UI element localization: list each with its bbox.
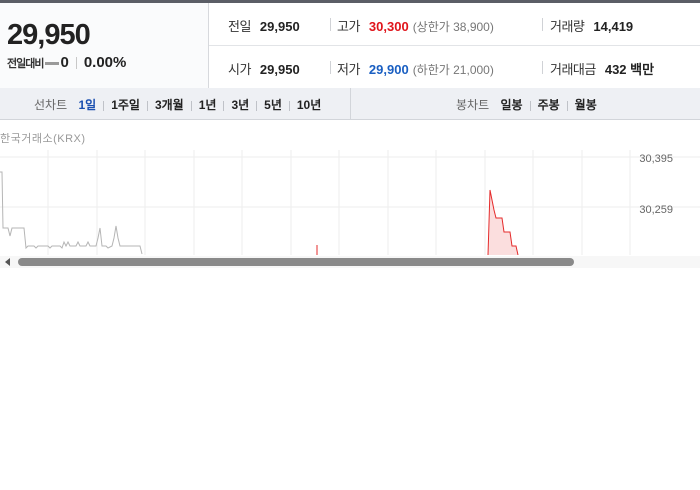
line-tab-1[interactable]: 1주일	[111, 98, 140, 112]
line-tab-6[interactable]: 10년	[297, 98, 321, 112]
scroll-left-arrow-icon[interactable]	[5, 258, 10, 266]
line-tab-5[interactable]: 5년	[264, 98, 282, 112]
prev-close-label: 전일	[228, 19, 251, 34]
line-chart-tabs: 선차트 1일 1주일 3개월 1년 3년 5년 10년	[0, 88, 351, 119]
open-label: 시가	[228, 62, 251, 77]
flat-dash-icon	[45, 61, 60, 65]
current-price: 29,950	[7, 19, 91, 51]
candle-tab-1[interactable]: 주봉	[538, 98, 560, 112]
chart-scrollbar[interactable]	[0, 256, 700, 268]
line-tab-3[interactable]: 1년	[199, 98, 217, 112]
scrollbar-thumb[interactable]	[18, 258, 574, 266]
prev-close-value: 29,950	[259, 19, 300, 34]
open-value: 29,950	[259, 62, 300, 77]
high-cell: 고가 30,300 (상한가 38,900)	[337, 16, 494, 35]
high-label: 고가	[337, 19, 360, 34]
flat-price-line	[0, 171, 143, 255]
divider	[75, 57, 77, 70]
candle-tab-0[interactable]: 일봉	[500, 98, 522, 112]
tab-divider	[146, 100, 148, 111]
y-axis-ticks: 30,39530,25930,123	[639, 153, 673, 216]
exchange-label: 한국거래소(KRX)	[0, 133, 86, 145]
line-tab-2[interactable]: 3개월	[155, 98, 184, 112]
low-label: 저가	[337, 62, 360, 77]
tab-divider	[566, 100, 568, 111]
chart-gridlines	[0, 150, 700, 255]
upper-limit: (상한가 38,900)	[412, 20, 494, 34]
divider	[542, 61, 543, 74]
line-tab-0[interactable]: 1일	[78, 98, 96, 112]
trade-amount-value: 432 백만	[604, 62, 655, 77]
open-cell: 시가 29,950	[228, 59, 300, 78]
candle-chart-tab-group: 봉차트 일봉 주봉 월봉	[456, 96, 597, 113]
high-value: 30,300	[368, 19, 409, 34]
change-row: 전일대비 0 0.00%	[7, 54, 126, 71]
candle-chart-label: 봉차트	[456, 98, 490, 112]
low-value: 29,900	[368, 62, 409, 77]
row-divider	[209, 45, 700, 46]
volume-value: 14,419	[593, 19, 634, 34]
trade-amount-cell: 거래대금 432 백만	[550, 59, 654, 78]
tab-divider	[103, 100, 105, 111]
line-chart-label: 선차트	[34, 98, 68, 112]
volume-label: 거래량	[550, 19, 585, 34]
divider	[330, 18, 331, 31]
tab-divider	[256, 100, 258, 111]
tab-divider	[288, 100, 290, 111]
divider	[542, 18, 543, 31]
price-summary: 29,950 전일대비 0 0.00% 전일 29,950 고가 30,300 (상한가 …	[0, 3, 700, 89]
line-chart-tab-group: 선차트 1일 1주일 3개월 1년 3년 5년 10년	[34, 96, 321, 113]
change-rate: 0.00%	[83, 54, 127, 71]
lower-limit: (하한가 21,000)	[412, 63, 494, 77]
change-value: 0	[60, 54, 69, 71]
y-tick-label: 30,395	[639, 153, 673, 165]
y-tick-label: 30,259	[639, 204, 673, 216]
volume-cell: 거래량 14,419	[550, 16, 633, 35]
tab-divider	[529, 100, 531, 111]
trade-amount-label: 거래대금	[550, 62, 596, 77]
chart-tabs: 선차트 1일 1주일 3개월 1년 3년 5년 10년 봉차트 일봉 주봉 월봉	[0, 88, 700, 120]
change-label: 전일대비	[7, 58, 44, 70]
tab-divider	[223, 100, 225, 111]
prev-close-cell: 전일 29,950	[228, 16, 300, 35]
candle-tab-2[interactable]: 월봉	[575, 98, 597, 112]
intraday-chart: 30,39530,25930,123	[0, 150, 700, 255]
line-tab-4[interactable]: 3년	[231, 98, 249, 112]
chart-svg: 30,39530,25930,123	[0, 150, 700, 255]
divider	[330, 61, 331, 74]
tab-divider	[190, 100, 192, 111]
low-cell: 저가 29,900 (하한가 21,000)	[337, 59, 494, 78]
current-price-box: 29,950 전일대비 0 0.00%	[0, 3, 209, 88]
